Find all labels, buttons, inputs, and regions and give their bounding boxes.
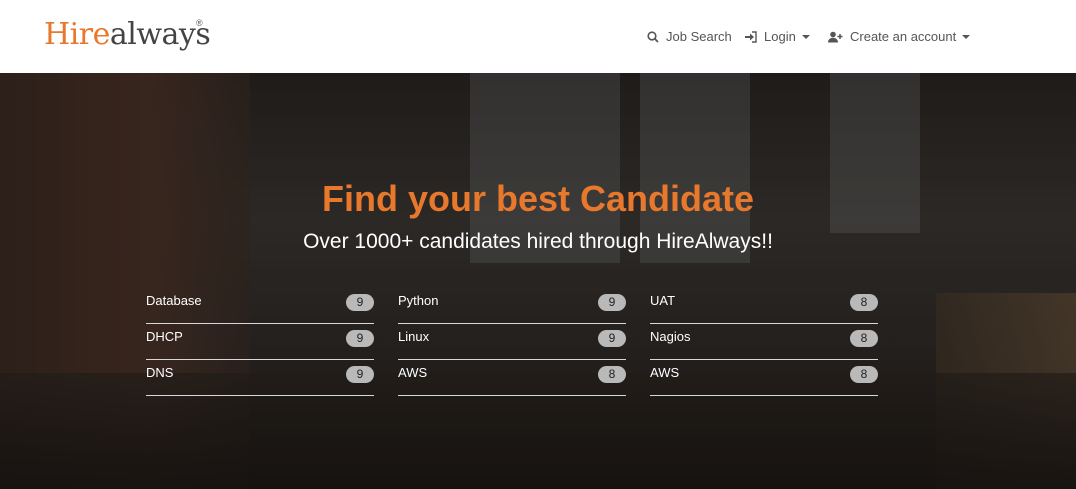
count-badge: 8 bbox=[598, 366, 626, 383]
skill-row[interactable]: AWS 8 bbox=[398, 360, 626, 396]
skill-name: Nagios bbox=[650, 329, 691, 344]
logo-text: Hirealways bbox=[44, 17, 211, 52]
skill-row[interactable]: AWS 8 bbox=[650, 360, 878, 396]
hero-overlay bbox=[0, 73, 1076, 489]
skill-name: DNS bbox=[146, 365, 174, 380]
chevron-down-icon bbox=[801, 34, 810, 39]
hero-subtitle: Over 1000+ candidates hired through Hire… bbox=[303, 230, 773, 253]
site-header: Hirealways ® Job Search Login Create an … bbox=[0, 0, 1076, 73]
skill-row[interactable]: Python 9 bbox=[398, 288, 626, 324]
count-badge: 8 bbox=[850, 330, 878, 347]
user-plus-icon bbox=[828, 31, 843, 43]
skill-row[interactable]: Database 9 bbox=[146, 288, 374, 324]
nav-job-search-label: Job Search bbox=[666, 29, 732, 44]
skill-name: AWS bbox=[398, 365, 428, 380]
skill-name: UAT bbox=[650, 293, 676, 308]
skill-row[interactable]: UAT 8 bbox=[650, 288, 878, 324]
hirealways-logo[interactable]: Hirealways ® bbox=[44, 10, 211, 60]
registered-mark: ® bbox=[196, 18, 203, 28]
nav-login-label: Login bbox=[764, 29, 796, 44]
skill-name: AWS bbox=[650, 365, 680, 380]
nav-login[interactable]: Login bbox=[745, 29, 810, 44]
hero-title: Find your best Candidate bbox=[321, 178, 755, 219]
skill-name: DHCP bbox=[146, 329, 183, 344]
count-badge: 8 bbox=[850, 294, 878, 311]
chevron-down-icon bbox=[962, 34, 971, 39]
count-badge: 9 bbox=[346, 366, 374, 383]
search-icon bbox=[647, 30, 659, 43]
skill-name: Linux bbox=[398, 329, 430, 344]
skill-name: Database bbox=[146, 293, 202, 308]
nav-create-account-label: Create an account bbox=[850, 29, 957, 44]
count-badge: 9 bbox=[598, 294, 626, 311]
nav-job-search[interactable]: Job Search bbox=[647, 29, 732, 44]
sign-in-icon bbox=[745, 30, 757, 43]
hero-section: Find your best Candidate Over 1000+ cand… bbox=[0, 73, 1076, 489]
skill-row[interactable]: Nagios 8 bbox=[650, 324, 878, 360]
skill-row[interactable]: Linux 9 bbox=[398, 324, 626, 360]
count-badge: 9 bbox=[346, 294, 374, 311]
skill-row[interactable]: DHCP 9 bbox=[146, 324, 374, 360]
count-badge: 9 bbox=[346, 330, 374, 347]
skill-row[interactable]: DNS 9 bbox=[146, 360, 374, 396]
count-badge: 9 bbox=[598, 330, 626, 347]
count-badge: 8 bbox=[850, 366, 878, 383]
nav-create-account[interactable]: Create an account bbox=[828, 29, 971, 44]
skill-name: Python bbox=[398, 293, 439, 308]
